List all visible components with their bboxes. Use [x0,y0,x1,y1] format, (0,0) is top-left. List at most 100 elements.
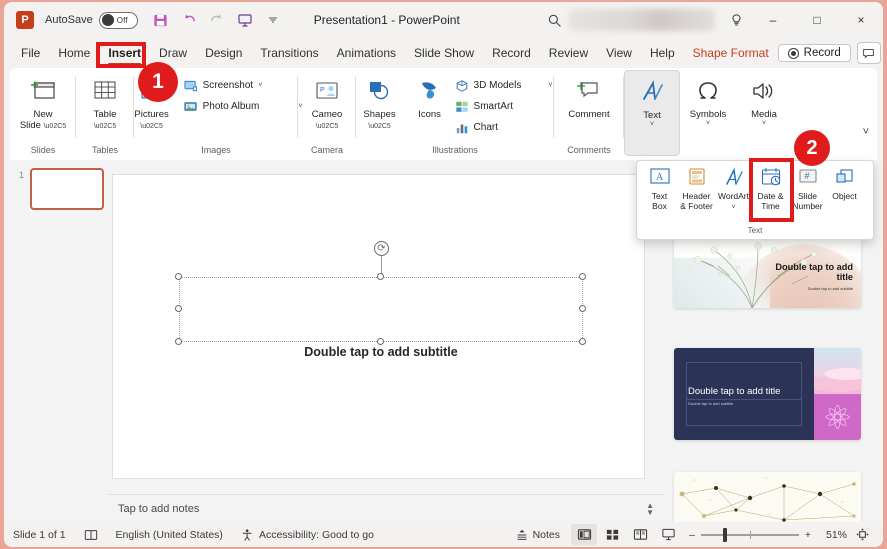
notes-toggle-button[interactable]: Notes [506,522,569,547]
cameo-button[interactable]: P Cameo \u02C5 [299,73,355,131]
normal-view-button[interactable] [571,524,598,545]
slide-sorter-view-button[interactable] [599,524,625,545]
save-icon[interactable] [148,7,174,33]
media-label: Media [751,109,777,120]
search-icon[interactable] [539,5,569,35]
zoom-slider[interactable]: – + [689,527,811,542]
ribbon-group-comments: Comment Comments [554,68,624,160]
notes-pane[interactable]: Tap to add notes ▲ ▼ [108,494,664,522]
group-label-camera: Camera [310,145,343,155]
close-button[interactable]: × [839,2,883,38]
svg-text:P: P [320,87,325,94]
rotate-handle[interactable]: ⟳ [374,241,389,256]
notes-page-icon[interactable] [75,522,107,547]
tab-animations[interactable]: Animations [328,42,405,64]
slide-show-button[interactable] [655,524,681,545]
wordart-item[interactable]: WordArt ˅ [715,164,752,226]
resize-handle-tr[interactable] [579,273,586,280]
tab-design[interactable]: Design [196,42,251,64]
maximize-button[interactable]: □ [795,2,839,38]
group-label-symbols [682,140,734,160]
tab-review[interactable]: Review [540,42,597,64]
symbols-button[interactable]: Symbols ˅ [680,73,736,128]
resize-handle-mr[interactable] [579,305,586,312]
subtitle-placeholder-text[interactable]: Double tap to add subtitle [179,345,583,359]
customize-qat-icon[interactable] [260,7,286,33]
shapes-button[interactable]: Shapes \u02C5 [352,73,408,131]
subtitle-placeholder-box[interactable] [179,277,583,342]
design-idea-navy-title: Double tap to add title [688,386,781,397]
tab-view[interactable]: View [597,42,641,64]
resize-handle-tc[interactable] [377,273,384,280]
icons-label: Icons [418,109,441,120]
omega-icon [695,76,721,106]
resize-handle-bc[interactable] [377,338,384,345]
tab-transitions[interactable]: Transitions [251,42,327,64]
tab-draw[interactable]: Draw [150,42,196,64]
new-slide-button[interactable]: New Slide \u02C5 [15,73,71,131]
design-idea-constellation[interactable] [674,472,861,522]
icons-button[interactable]: Icons [408,73,452,120]
comment-button[interactable]: Comment [557,73,621,120]
slide-number-label: Slide Number [792,191,823,211]
autosave-toggle[interactable]: Off [98,11,138,29]
object-icon [835,169,853,183]
screenshot-button[interactable]: Screenshot ˅ [180,75,309,96]
zoom-in-button[interactable]: + [805,529,811,541]
collapse-ribbon-icon[interactable]: ˅ [863,126,869,138]
design-idea-floral-subtitle: Double tap to add subtitle [807,286,853,291]
tab-slide-show[interactable]: Slide Show [405,42,483,64]
ribbon-tabs-right: Record Share ˅ [777,42,883,64]
3d-models-label: 3D Models [473,80,522,91]
tab-shape-format[interactable]: Shape Format [684,42,778,64]
resize-handle-bl[interactable] [175,338,182,345]
reading-view-button[interactable] [627,524,653,545]
fit-to-window-icon[interactable] [849,524,875,545]
text-box-label: Text Box [651,191,668,211]
language-label[interactable]: English (United States) [107,522,232,547]
media-button[interactable]: Media ˅ [736,73,792,128]
minimize-button[interactable]: – [751,2,795,38]
slide-number-item[interactable]: # Slide Number [789,164,826,226]
tab-help[interactable]: Help [641,42,684,64]
record-button[interactable]: Record [777,44,851,62]
undo-icon[interactable] [176,7,202,33]
slide-canvas[interactable]: ⟳ Double tap to add subtitle [112,174,645,479]
group-label-illustrations: Illustrations [432,145,478,155]
zoom-slider-track[interactable] [700,527,799,542]
shapes-icon [366,76,394,106]
screenshot-chevron-icon: ˅ [258,81,263,89]
accessibility-status[interactable]: Accessibility: Good to go [232,522,383,547]
comments-button[interactable] [856,42,881,64]
slide-thumbnail-1[interactable] [30,168,104,210]
design-idea-navy[interactable]: Double tap to add title Double tap to ad… [674,348,861,440]
zoom-percentage[interactable]: 51% [819,529,847,541]
3d-models-button[interactable]: 3D Models ˅ [452,75,559,96]
zoom-slider-thumb[interactable] [722,527,727,542]
tab-record[interactable]: Record [483,42,540,64]
smartart-button[interactable]: SmartArt [452,96,559,117]
chart-button[interactable]: Chart [452,117,559,138]
scroll-down-icon[interactable]: ▼ [646,508,654,516]
header-footer-item[interactable]: Header & Footer [678,164,715,226]
text-icon [638,77,666,107]
text-box-item[interactable]: A Text Box [641,164,678,226]
redo-icon[interactable] [204,7,230,33]
resize-handle-br[interactable] [579,338,586,345]
tab-file[interactable]: File [12,42,49,64]
resize-handle-tl[interactable] [175,273,182,280]
text-button[interactable]: Text ˅ [624,70,680,156]
wordart-icon [725,167,743,185]
cameo-label: Cameo \u02C5 [311,109,343,130]
lightbulb-icon[interactable] [721,5,751,35]
object-item[interactable]: Object [826,164,863,226]
notes-scroll-spinner[interactable]: ▲ ▼ [646,501,654,516]
tab-home[interactable]: Home [49,42,99,64]
resize-handle-ml[interactable] [175,305,182,312]
design-idea-floral[interactable]: Double tap to add title Double tap to ad… [674,236,861,308]
zoom-out-button[interactable]: – [689,529,695,541]
start-presentation-icon[interactable] [232,7,258,33]
search-input[interactable] [569,9,715,31]
photo-album-button[interactable]: Photo Album ˅ [180,96,309,117]
slide-count-label[interactable]: Slide 1 of 1 [4,522,75,547]
